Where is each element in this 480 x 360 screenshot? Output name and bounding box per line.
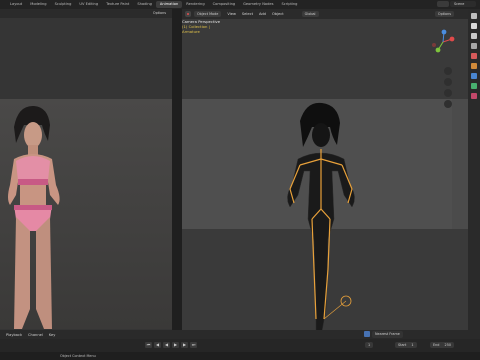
tab-rendering[interactable]: Rendering [182,1,208,8]
tab-compositing[interactable]: Compositing [209,1,240,8]
play-icon[interactable]: ▶ [172,342,179,348]
material-icon[interactable] [471,93,477,99]
tab-texture-paint[interactable]: Texture Paint [102,1,133,8]
tab-scripting[interactable]: Scripting [277,1,301,8]
end-frame-value: 250 [444,343,452,347]
workspace-bar: Layout Modeling Sculpting UV Editing Texture… [0,0,480,9]
tab-shading[interactable]: Shading [133,1,156,8]
start-frame-field[interactable]: Start 1 [395,342,417,348]
start-frame-label: Start [398,343,407,347]
menu-key[interactable]: Key [49,333,56,337]
render-icon[interactable] [471,23,477,29]
current-frame-field[interactable]: 1 [365,342,374,348]
object-icon[interactable] [471,63,477,69]
scene-icon [442,1,449,7]
output-icon[interactable] [471,33,477,39]
menu-playback[interactable]: Playback [6,333,22,337]
scene-name: Scene [454,2,465,6]
left-viewport[interactable]: Options [0,9,172,330]
timeline-header: Playback Channel Key Nearest Frame [0,330,480,339]
tab-modeling[interactable]: Modeling [26,1,50,8]
start-frame-value: 1 [411,343,414,347]
scene-props-icon[interactable] [471,53,477,59]
area-separator[interactable] [172,9,182,330]
tab-uv-editing[interactable]: UV Editing [75,1,102,8]
scene-selector[interactable]: Scene [442,1,476,7]
end-frame-label: End [433,343,440,347]
tab-animation[interactable]: Animation [155,1,183,8]
status-bar: Object Context Menu [0,352,480,360]
prev-key-icon[interactable]: ◀ [154,342,161,348]
tool-icon[interactable] [471,13,477,19]
properties-tabs [468,9,480,330]
rendered-character [8,105,60,329]
snap-mode-selector[interactable]: Nearest Frame [372,331,403,338]
jump-end-icon[interactable]: ⏭ [190,342,197,348]
data-icon[interactable] [471,83,477,89]
tab-sculpting[interactable]: Sculpting [51,1,76,8]
end-frame-field[interactable]: End 250 [430,342,455,348]
next-key-icon[interactable]: ▶ [181,342,188,348]
workspace-tabs: Layout Modeling Sculpting UV Editing Texture… [6,1,301,8]
jump-start-icon[interactable]: ⏮ [145,342,152,348]
status-text: Object Context Menu [60,354,96,358]
modifier-icon[interactable] [471,73,477,79]
playback-controls: ⏮ ◀ ◀ ▶ ▶ ⏭ [145,342,199,348]
right-viewport[interactable]: Object Mode View Select Add Object Globa… [182,9,468,330]
tab-layout[interactable]: Layout [6,1,26,8]
timeline-controls: ⏮ ◀ ◀ ▶ ▶ ⏭ 1 Start 1 End 250 [0,339,480,352]
armature-mesh-view[interactable] [182,9,468,330]
keying-toggle[interactable] [364,331,370,337]
view-layer-icon[interactable] [471,43,477,49]
menu-channel[interactable]: Channel [28,333,43,337]
tab-geometry-nodes[interactable]: Geometry Nodes [239,1,277,8]
play-reverse-icon[interactable]: ◀ [163,342,170,348]
